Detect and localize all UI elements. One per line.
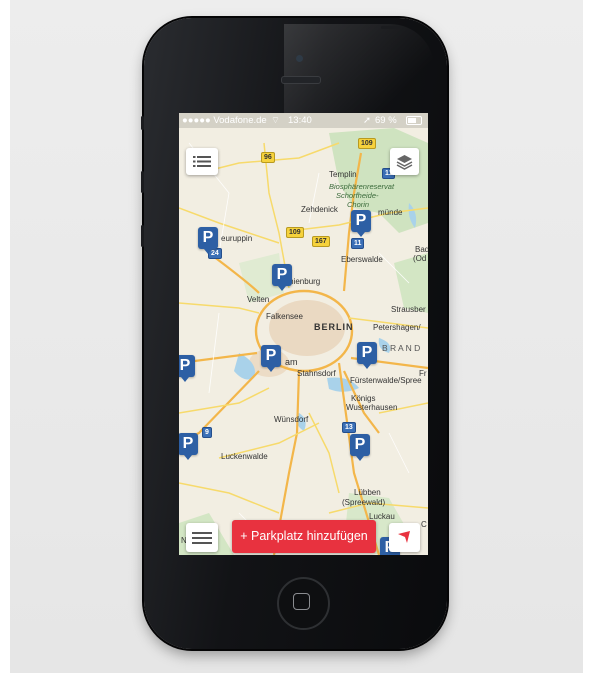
list-icon xyxy=(193,156,211,167)
map-label-fuerstenwalde: Fürstenwalde/Spree xyxy=(350,376,422,385)
parking-pin[interactable]: P xyxy=(179,355,195,382)
plus-icon: + xyxy=(240,529,248,543)
wifi-icon: ⌔ xyxy=(271,115,280,126)
power-button xyxy=(381,26,403,29)
map-label-biosphere-2: Schorfheide- xyxy=(336,191,379,200)
menu-button[interactable] xyxy=(186,523,218,552)
location-arrow-icon xyxy=(398,531,410,543)
map-label-brandenburg: B R A N D xyxy=(382,343,421,353)
road-shield-11: 11 xyxy=(351,238,365,249)
map-label-petershagen: Petershagen/ xyxy=(373,323,421,332)
map-label-bad: Bad xyxy=(415,245,428,254)
battery-icon xyxy=(406,116,422,125)
map-label-od: (Od xyxy=(413,254,427,263)
map-label-luebben: Lübben xyxy=(354,488,381,497)
map-layers-button[interactable] xyxy=(390,148,419,175)
map-label-potsdam: am xyxy=(285,357,298,367)
map-label-templin: Templin xyxy=(329,170,357,179)
map-label-spreewald: (Spreewald) xyxy=(342,498,386,507)
parking-pin[interactable]: P xyxy=(179,433,198,460)
battery-percent: 69 % xyxy=(375,115,397,126)
parking-pin[interactable]: P xyxy=(198,227,218,254)
parking-pin[interactable]: P xyxy=(261,345,281,372)
road-shield-109-north: 109 xyxy=(358,138,376,149)
earpiece-speaker xyxy=(281,76,321,84)
volume-up-button xyxy=(141,171,144,193)
road-shield-109: 109 xyxy=(286,227,304,238)
carrier-label: ●●●●● Vodafone.de xyxy=(182,115,267,126)
map-label-wusterhausen: Wusterhausen xyxy=(346,403,398,412)
locate-me-button[interactable] xyxy=(389,523,420,552)
map-label-c: C xyxy=(421,520,427,529)
hamburger-icon xyxy=(192,532,212,544)
map-label-eberswalde: Eberswalde xyxy=(341,255,383,264)
map-label-luckenwalde: Luckenwalde xyxy=(221,452,268,461)
road-shield-96: 96 xyxy=(261,152,275,163)
map-label-angermuende: münde xyxy=(378,208,403,217)
road-shield-13: 13 xyxy=(342,422,356,433)
layers-icon xyxy=(396,155,413,170)
status-bar: ●●●●● Vodafone.de ⌔ 13:40 ➚ 69 % xyxy=(179,113,428,128)
map-label-stahnsdorf: Stahnsdorf xyxy=(297,369,336,378)
map-label-biosphere-3: Chorin xyxy=(347,200,370,209)
list-view-button[interactable] xyxy=(186,148,218,175)
road-shield-9: 9 xyxy=(202,427,212,438)
app-screen: ●●●●● Vodafone.de ⌔ 13:40 ➚ 69 % Templin… xyxy=(179,113,428,555)
map-canvas[interactable] xyxy=(179,113,428,555)
road-shield-167: 167 xyxy=(312,236,330,247)
parking-pin[interactable]: P xyxy=(357,342,377,369)
mute-switch xyxy=(141,116,144,130)
volume-down-button xyxy=(141,225,144,247)
home-square-icon xyxy=(293,593,310,610)
map-label-falkensee: Falkensee xyxy=(266,312,303,321)
parking-pin[interactable]: P xyxy=(351,210,371,237)
map-label-koenigs: Königs xyxy=(351,394,376,403)
clock: 13:40 xyxy=(288,115,312,126)
map-label-strausberg: Strausber xyxy=(391,305,426,314)
map-label-biosphere: Biosphärenreservat xyxy=(329,182,395,191)
add-parking-label: Parkplatz hinzufügen xyxy=(251,529,368,543)
map-label-velten: Velten xyxy=(247,295,270,304)
map-label-fr: Fr xyxy=(419,369,427,378)
map-label-berlin: BERLIN xyxy=(314,322,354,332)
map-label-zehdenick: Zehdenick xyxy=(301,205,338,214)
front-camera xyxy=(296,55,303,62)
parking-pin[interactable]: P xyxy=(272,264,292,291)
add-parking-button[interactable]: + Parkplatz hinzufügen xyxy=(232,520,376,553)
location-arrow-icon: ➚ xyxy=(363,115,371,126)
map-label-neuruppin: euruppin xyxy=(221,234,253,243)
parking-pin[interactable]: P xyxy=(350,434,370,461)
map-label-wuensdorf: Wünsdorf xyxy=(274,415,309,424)
